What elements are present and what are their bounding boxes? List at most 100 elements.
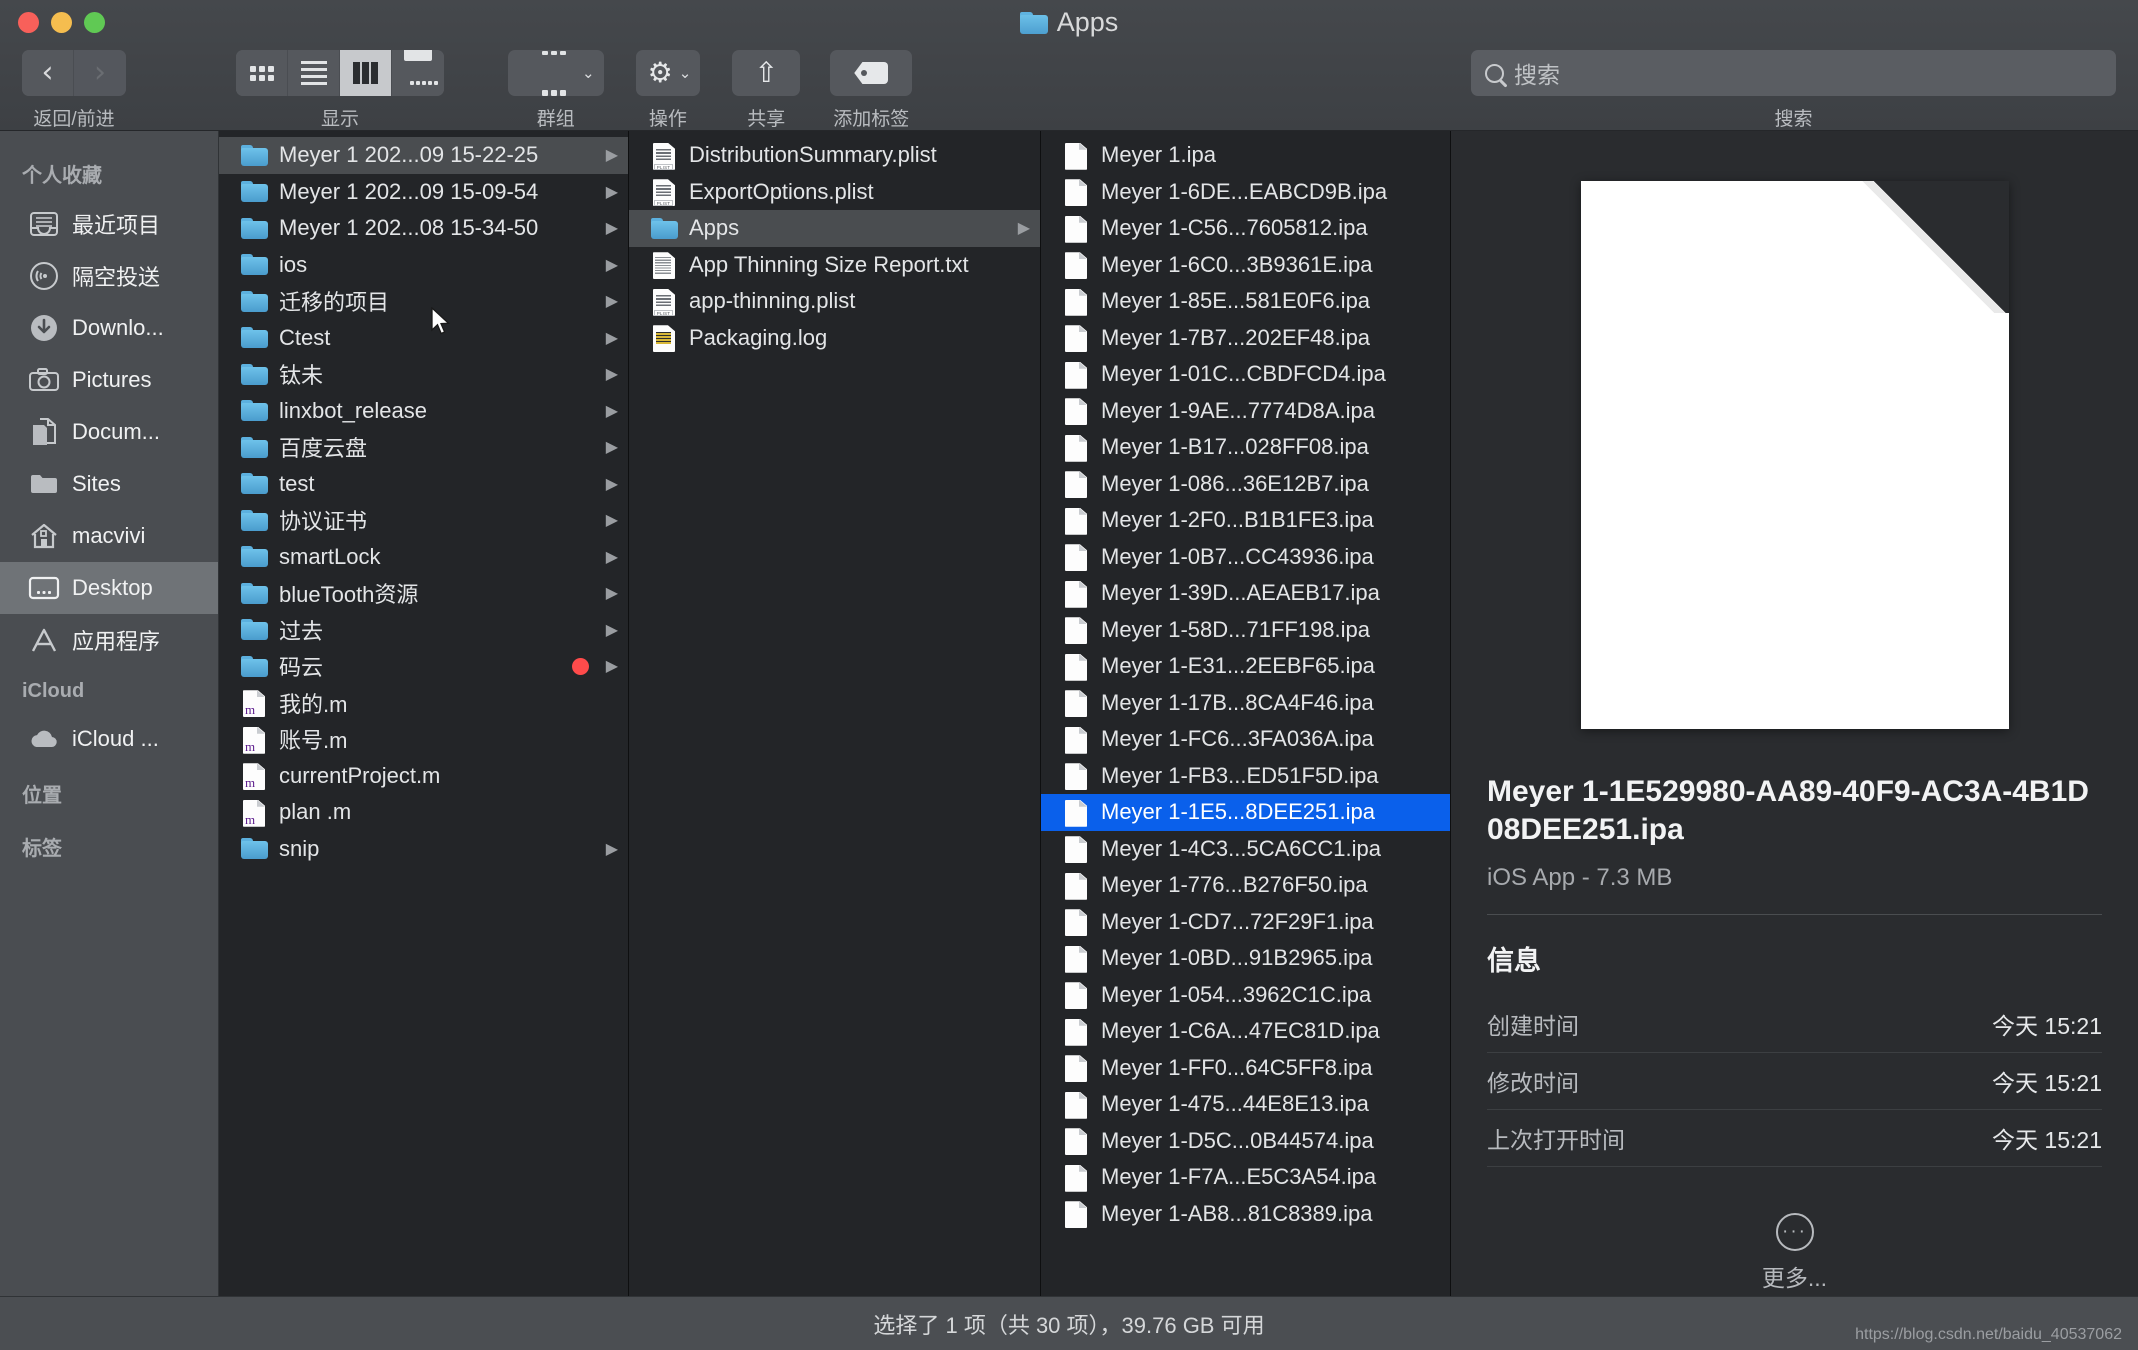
file-row[interactable]: Meyer 1-FF0...64C5FF8.ipa [1041,1050,1450,1087]
view-list-button[interactable] [288,50,340,96]
chevron-left-icon: ‹ [41,55,54,90]
file-row[interactable]: 码云 ▶ [219,648,628,685]
action-button[interactable]: ⚙ ⌄ [635,50,701,96]
text-file-icon [651,249,678,280]
sidebar-item-sites[interactable]: Sites [0,458,218,510]
group-button[interactable]: ⌄ [508,50,604,96]
file-row[interactable]: Meyer 1 202...08 15-34-50 ▶ [219,210,628,247]
file-row[interactable]: PLIST DistributionSummary.plist [629,137,1040,174]
file-row[interactable]: 百度云盘 ▶ [219,429,628,466]
file-row[interactable]: 过去 ▶ [219,612,628,649]
document-icon [1063,541,1090,572]
sidebar-item-macvivi[interactable]: macvivi [0,510,218,562]
sidebar-item-[interactable]: 应用程序 [0,614,218,666]
document-icon [1063,906,1090,937]
file-row[interactable]: Meyer 1-17B...8CA4F46.ipa [1041,685,1450,722]
file-row[interactable]: Meyer 1-FB3...ED51F5D.ipa [1041,758,1450,795]
document-icon [1063,1162,1090,1193]
file-row[interactable]: Meyer 1-C56...7605812.ipa [1041,210,1450,247]
sidebar-item-label: Desktop [72,575,153,600]
file-row[interactable]: 迁移的项目 ▶ [219,283,628,320]
file-row[interactable]: Packaging.log [629,320,1040,357]
file-row[interactable]: Meyer 1-2F0...B1B1FE3.ipa [1041,502,1450,539]
file-row[interactable]: Apps ▶ [629,210,1040,247]
file-row[interactable]: Meyer 1-6DE...EABCD9B.ipa [1041,174,1450,211]
file-row[interactable]: Meyer 1-C6A...47EC81D.ipa [1041,1013,1450,1050]
back-button[interactable]: ‹ [22,50,74,96]
file-row[interactable]: m 我的.m [219,685,628,722]
red-tag-dot [571,657,589,675]
preview-more-button[interactable]: ··· 更多... [1487,1212,2102,1293]
file-row[interactable]: Meyer 1-FC6...3FA036A.ipa [1041,721,1450,758]
file-row[interactable]: test ▶ [219,466,628,503]
view-column-button[interactable] [340,50,392,96]
file-row[interactable]: Meyer 1-475...44E8E13.ipa [1041,1086,1450,1123]
file-row[interactable]: Meyer 1-58D...71FF198.ipa [1041,612,1450,649]
file-row[interactable]: m currentProject.m [219,758,628,795]
file-row[interactable]: m 账号.m [219,721,628,758]
file-row[interactable]: Meyer 1-F7A...E5C3A54.ipa [1041,1159,1450,1196]
file-row[interactable]: 钛未 ▶ [219,356,628,393]
file-row[interactable]: Meyer 1-6C0...3B9361E.ipa [1041,247,1450,284]
file-row[interactable]: Meyer 1-9AE...7774D8A.ipa [1041,393,1450,430]
document-icon [1063,979,1090,1010]
file-row[interactable]: Meyer 1.ipa [1041,137,1450,174]
disclosure-arrow-icon: ▶ [605,658,618,676]
file-row[interactable]: Meyer 1-1E5...8DEE251.ipa [1041,794,1450,831]
view-gallery-button[interactable] [392,50,444,96]
disclosure-arrow-icon: ▶ [605,329,618,347]
file-row[interactable]: Meyer 1 202...09 15-22-25 ▶ [219,137,628,174]
sidebar-item-desktop[interactable]: Desktop [0,562,218,614]
file-row[interactable]: Meyer 1-0BD...91B2965.ipa [1041,940,1450,977]
disclosure-arrow-icon: ▶ [1017,220,1030,238]
file-row[interactable]: m plan .m [219,794,628,831]
file-row[interactable]: Meyer 1 202...09 15-09-54 ▶ [219,174,628,211]
add-tag-button[interactable] [830,50,913,96]
file-name: Meyer 1-E31...2EEBF65.ipa [1101,653,1375,679]
file-name: Meyer 1-FF0...64C5FF8.ipa [1101,1054,1373,1080]
file-row[interactable]: Meyer 1-086...36E12B7.ipa [1041,466,1450,503]
file-row[interactable]: Meyer 1-01C...CBDFCD4.ipa [1041,356,1450,393]
file-row[interactable]: Meyer 1-E31...2EEBF65.ipa [1041,648,1450,685]
file-name: Meyer 1-0BD...91B2965.ipa [1101,945,1373,971]
file-row[interactable]: Meyer 1-39D...AEAEB17.ipa [1041,575,1450,612]
sidebar-item-pictures[interactable]: Pictures [0,354,218,406]
column-2[interactable]: PLIST DistributionSummary.plist PLIST Expor… [629,131,1041,1296]
sidebar-item-[interactable]: 隔空投送 [0,250,218,302]
sidebar-item-downlo[interactable]: Downlo... [0,302,218,354]
gallery-view-icon [388,50,444,96]
preview-filename: Meyer 1-1E529980-AA89-40F9-AC3A-4B1D08DE… [1487,775,2089,847]
file-row[interactable]: Meyer 1-776...B276F50.ipa [1041,867,1450,904]
sidebar-item-icloud[interactable]: iCloud ... [0,713,218,765]
file-row[interactable]: App Thinning Size Report.txt [629,247,1040,284]
file-row[interactable]: Meyer 1-85E...581E0F6.ipa [1041,283,1450,320]
share-button[interactable]: ⇧ [732,50,801,96]
file-row[interactable]: Ctest ▶ [219,320,628,357]
action-label: 操作 [648,109,687,130]
file-row[interactable]: PLIST ExportOptions.plist [629,174,1040,211]
file-row[interactable]: Meyer 1-0B7...CC43936.ipa [1041,539,1450,576]
search-input[interactable]: 搜索 [1471,50,2116,96]
sidebar-item-[interactable]: 最近项目 [0,198,218,250]
view-icon-button[interactable] [236,50,288,96]
file-row[interactable]: Meyer 1-4C3...5CA6CC1.ipa [1041,831,1450,868]
column-3[interactable]: Meyer 1.ipa Meyer 1-6DE...EABCD9B.ipa Meye… [1041,131,1451,1296]
file-row[interactable]: Meyer 1-CD7...72F29F1.ipa [1041,904,1450,941]
file-row[interactable]: Meyer 1-7B7...202EF48.ipa [1041,320,1450,357]
sidebar-item-docum[interactable]: Docum... [0,406,218,458]
file-row[interactable]: Meyer 1-B17...028FF08.ipa [1041,429,1450,466]
column-1[interactable]: Meyer 1 202...09 15-22-25 ▶ Meyer 1 202...… [219,131,629,1296]
file-row[interactable]: 协议证书 ▶ [219,502,628,539]
forward-button[interactable]: › [74,50,126,96]
file-row[interactable]: ios ▶ [219,247,628,284]
file-row[interactable]: smartLock ▶ [219,539,628,576]
file-row[interactable]: Meyer 1-AB8...81C8389.ipa [1041,1196,1450,1233]
file-row[interactable]: blueTooth资源 ▶ [219,575,628,612]
file-row[interactable]: Meyer 1-054...3962C1C.ipa [1041,977,1450,1014]
file-name: test [279,470,315,496]
file-row[interactable]: linxbot_release ▶ [219,393,628,430]
file-row[interactable]: snip ▶ [219,831,628,868]
file-row[interactable]: PLIST app-thinning.plist [629,283,1040,320]
chevron-down-icon: ⌄ [582,65,595,82]
file-row[interactable]: Meyer 1-D5C...0B44574.ipa [1041,1123,1450,1160]
